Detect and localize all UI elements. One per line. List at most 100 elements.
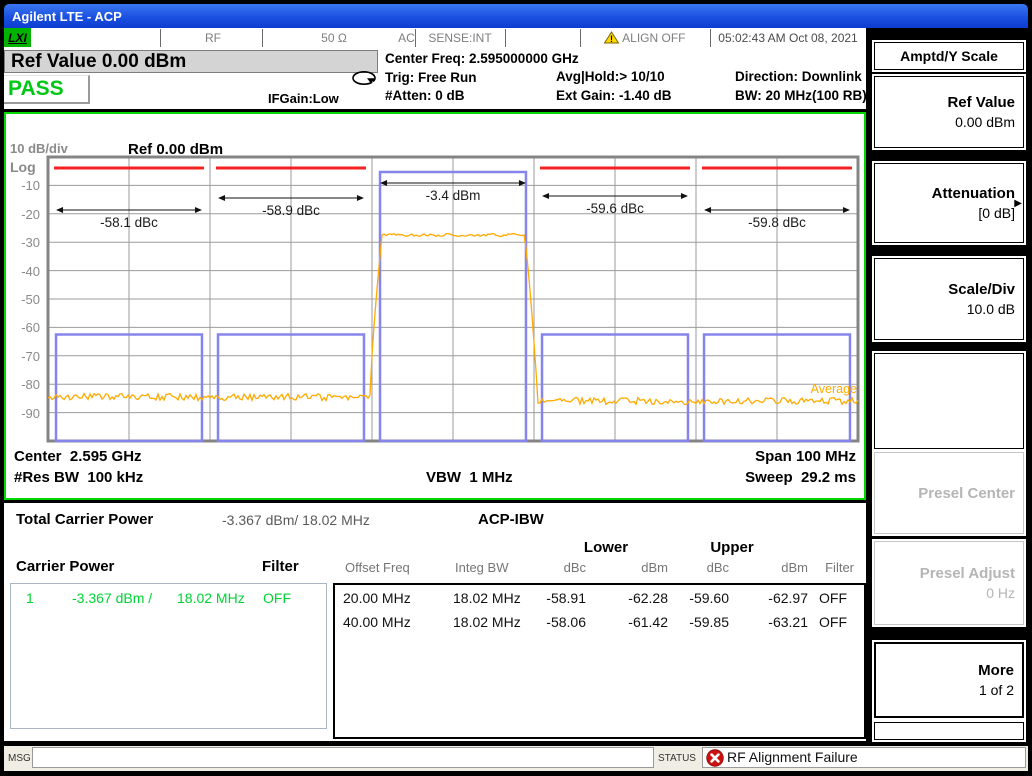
total-carrier-power-value: -3.367 dBm/ 18.02 MHz: [222, 512, 370, 528]
lower-dbm-cell: -62.28: [608, 590, 668, 606]
softkey-more[interactable]: More 1 of 2: [874, 642, 1024, 718]
integ-bw-cell: 18.02 MHz: [453, 590, 521, 606]
softkey-attenuation[interactable]: Attenuation [0 dB] ▶: [874, 163, 1024, 243]
softkey-menu: Amptd/Y Scale Ref Value 0.00 dBm Attenua…: [870, 38, 1028, 742]
direction-readout: Direction: Downlink: [735, 68, 867, 87]
lower-group-header: Lower: [561, 539, 651, 556]
softkey-presel-adjust[interactable]: Presel Adjust 0 Hz: [874, 541, 1024, 625]
rf-indicator: RF: [164, 31, 262, 45]
offset-freq-cell: 40.00 MHz: [343, 614, 411, 630]
status-label: STATUS: [658, 753, 696, 764]
carrier-bw-value: 18.02 MHz: [177, 590, 245, 606]
span-footer: Span 100 MHz: [755, 448, 856, 465]
datetime-indicator: 05:02:43 AM Oct 08, 2021: [710, 31, 866, 45]
pass-indicator: PASS: [4, 75, 90, 104]
softkey-value: 0 Hz: [986, 585, 1015, 601]
center-freq-footer: Center 2.595 GHz: [14, 448, 142, 465]
softkey-label: Presel Adjust: [920, 565, 1015, 582]
y-axis-label: -70: [6, 349, 40, 363]
sense-indicator: SENSE:INT: [415, 31, 505, 45]
softkey-blank[interactable]: [874, 353, 1024, 449]
y-axis-label: -10: [6, 178, 40, 192]
carrier-power-value: -3.367 dBm /: [72, 590, 152, 606]
active-function-readout: Ref Value 0.00 dBm: [4, 50, 378, 73]
carrier-index: 1: [26, 590, 34, 606]
acp-annotation-label: -58.9 dBc: [262, 203, 320, 218]
spectrum-display: 10 dB/div Log Ref 0.00 dBm -10-20-30-40-…: [4, 112, 866, 500]
status-message: RF Alignment Failure: [727, 749, 858, 765]
ifgain-label: IFGain:Low: [268, 90, 339, 109]
avg-hold-readout: Avg|Hold:> 10/10: [556, 68, 672, 87]
softkey-ref-value[interactable]: Ref Value 0.00 dBm: [874, 76, 1024, 148]
acp-annotation-label: -58.1 dBc: [100, 215, 158, 230]
settings-column-1: Center Freq: 2.595000000 GHz Trig: Free …: [385, 50, 579, 106]
col-integ-bw: Integ BW: [455, 560, 508, 575]
col-lower-dbm: dBm: [608, 560, 668, 575]
filter-cell: OFF: [803, 590, 863, 606]
menu-title: Amptd/Y Scale: [874, 42, 1024, 70]
spectrum-plot: -58.1 dBc-58.9 dBc-3.4 dBm-59.6 dBc-59.8…: [46, 155, 862, 445]
lower-dbc-cell: -58.91: [526, 590, 586, 606]
center-freq-readout: Center Freq: 2.595000000 GHz: [385, 50, 579, 69]
instrument-screen: Agilent LTE - ACP LXI RF 50 Ω AC SENSE:I…: [0, 0, 1032, 776]
softkey-strip: [874, 722, 1024, 740]
y-axis-label: -20: [6, 207, 40, 221]
col-upper-dbc: dBc: [669, 560, 729, 575]
col-offset-freq: Offset Freq: [345, 560, 410, 575]
continuous-sweep-icon: [350, 70, 380, 87]
y-axis-label: -50: [6, 292, 40, 306]
y-axis-label: -40: [6, 264, 40, 278]
col-filter: Filter: [794, 560, 854, 575]
offset-freq-cell: 20.00 MHz: [343, 590, 411, 606]
res-bw-footer: #Res BW 100 kHz: [14, 469, 143, 486]
softkey-value: 1 of 2: [979, 682, 1014, 698]
carrier-filter-value: OFF: [263, 590, 291, 606]
window-title: Agilent LTE - ACP: [12, 9, 122, 24]
total-carrier-power-label: Total Carrier Power: [16, 511, 153, 528]
sweep-footer: Sweep 29.2 ms: [745, 469, 856, 486]
softkey-label: Presel Center: [918, 485, 1015, 502]
error-icon: [706, 749, 724, 767]
status-box[interactable]: RF Alignment Failure: [702, 747, 1026, 768]
softkey-label: Attenuation: [932, 185, 1015, 202]
softkey-scale-div[interactable]: Scale/Div 10.0 dB: [874, 258, 1024, 340]
softkey-value: 10.0 dB: [967, 301, 1015, 317]
svg-text:!: !: [610, 34, 613, 44]
softkey-value: [0 dB]: [978, 205, 1015, 221]
acp-offset-table: 20.00 MHz 18.02 MHz -58.91 -62.28 -59.60…: [333, 583, 866, 739]
softkey-value: 0.00 dBm: [955, 114, 1015, 130]
divider: [160, 29, 161, 47]
scale-per-div-label: 10 dB/div: [10, 141, 68, 156]
submenu-arrow-icon: ▶: [1014, 198, 1022, 209]
acp-ibw-label: ACP-IBW: [478, 511, 544, 528]
table-row: 40.00 MHz 18.02 MHz -58.06 -61.42 -59.85…: [335, 614, 864, 636]
col-lower-dbc: dBc: [526, 560, 586, 575]
y-axis-label: -60: [6, 320, 40, 334]
softkey-label: More: [978, 662, 1014, 679]
trace-legend-label: Average: [811, 382, 857, 396]
filter-cell: OFF: [803, 614, 863, 630]
carrier-power-table: 1 -3.367 dBm / 18.02 MHz OFF: [10, 583, 327, 729]
carrier-filter-label: Filter: [262, 558, 299, 575]
msg-label: MSG: [8, 753, 31, 764]
log-scale-label: Log: [10, 159, 36, 175]
upper-dbc-cell: -59.60: [669, 590, 729, 606]
top-status-bar: LXI RF 50 Ω AC SENSE:INT ! ALIGN OFF 05:…: [4, 28, 866, 48]
upper-dbm-cell: -62.97: [748, 590, 808, 606]
title-bar: Agilent LTE - ACP: [4, 4, 1028, 28]
softkey-presel-center[interactable]: Presel Center: [874, 452, 1024, 534]
warning-icon: !: [604, 31, 619, 44]
softkey-label: Ref Value: [947, 94, 1015, 111]
carrier-power-label: Carrier Power: [16, 558, 114, 575]
bottom-status-bar: MSG STATUS RF Alignment Failure: [4, 746, 1028, 771]
integ-bw-cell: 18.02 MHz: [453, 614, 521, 630]
softkey-label: Scale/Div: [948, 281, 1015, 298]
y-axis-label: -80: [6, 377, 40, 391]
message-box[interactable]: [32, 747, 654, 768]
lower-dbc-cell: -58.06: [526, 614, 586, 630]
align-off-indicator: ! ALIGN OFF: [580, 31, 710, 45]
impedance-indicator: 50 Ω: [304, 31, 364, 45]
vbw-footer: VBW 1 MHz: [426, 469, 513, 486]
align-off-label: ALIGN OFF: [622, 31, 685, 45]
divider: [262, 29, 263, 47]
